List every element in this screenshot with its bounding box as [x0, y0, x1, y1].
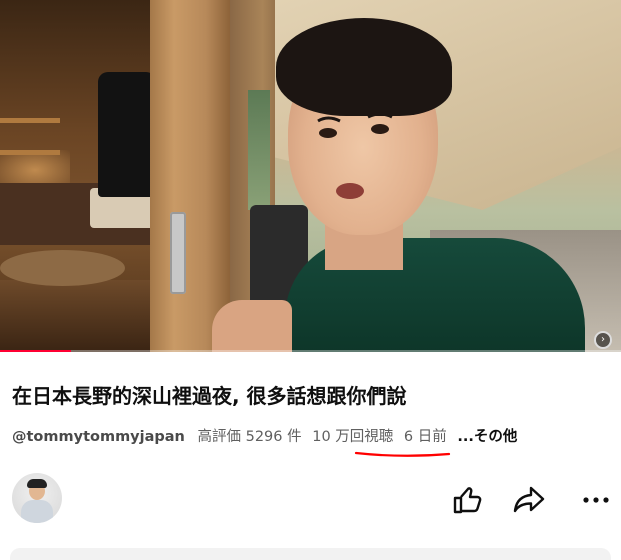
- person-hand: [212, 300, 292, 352]
- progress-track[interactable]: [0, 350, 621, 352]
- door-frame: [150, 0, 230, 352]
- avatar-body: [21, 500, 53, 523]
- comments-panel-edge: [10, 548, 611, 560]
- thumbs-up-icon[interactable]: [449, 482, 485, 518]
- avatar-hair: [27, 479, 47, 488]
- floor: [0, 280, 165, 352]
- share-icon[interactable]: [511, 482, 547, 518]
- red-underline-annotation: [354, 451, 451, 457]
- video-meta: @tommytommyjapan 高評価 5296 件 10 万回視聴 6 日前…: [12, 426, 523, 448]
- round-table: [0, 250, 125, 286]
- chevron-right-icon[interactable]: ›: [594, 331, 612, 349]
- progress-fill: [0, 350, 72, 352]
- shelf: [0, 118, 60, 123]
- channel-avatar[interactable]: [12, 473, 62, 523]
- shelf: [0, 150, 60, 155]
- video-player[interactable]: ›: [0, 0, 621, 352]
- more-link[interactable]: ...その他: [457, 429, 517, 445]
- window: [248, 90, 270, 210]
- hanging-jacket: [98, 72, 156, 197]
- face-features: [317, 112, 393, 199]
- like-count: 高評価 5296 件: [197, 429, 302, 445]
- view-count: 10 万回視聴: [312, 429, 394, 445]
- video-title[interactable]: 在日本長野的深山裡過夜, 很多話想跟你們說: [12, 382, 612, 410]
- upload-age: 6 日前: [403, 429, 447, 445]
- channel-handle[interactable]: @tommytommyjapan: [12, 429, 185, 445]
- person-hair: [276, 18, 452, 116]
- more-horizontal-icon[interactable]: [578, 482, 614, 518]
- door-handle: [170, 212, 186, 294]
